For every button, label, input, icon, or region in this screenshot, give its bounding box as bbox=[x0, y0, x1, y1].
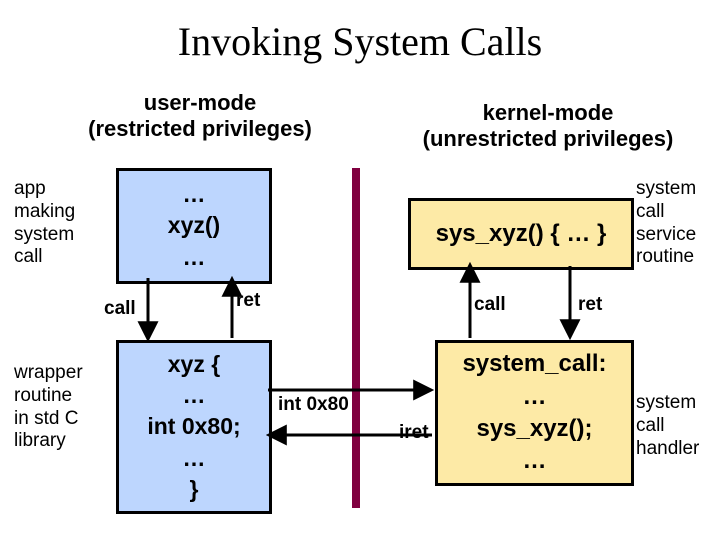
user-mode-header: user-mode (restricted privileges) bbox=[70, 90, 330, 143]
call-right-label: call bbox=[474, 294, 506, 316]
slide-title: Invoking System Calls bbox=[0, 18, 720, 65]
ret-left-label: ret bbox=[236, 290, 260, 312]
service-code-box: sys_xyz() { … } bbox=[408, 198, 634, 270]
slide-root: Invoking System Calls user-mode (restric… bbox=[0, 0, 720, 540]
kernel-mode-header: kernel-mode (unrestricted privileges) bbox=[398, 100, 698, 153]
int0x80-label: int 0x80 bbox=[278, 394, 349, 416]
mode-boundary-line bbox=[352, 168, 360, 508]
wrapper-code-text: xyz { … int 0x80; … } bbox=[147, 349, 240, 504]
app-label: app making system call bbox=[14, 178, 75, 269]
handler-code-text: system_call: … sys_xyz(); … bbox=[462, 348, 606, 478]
handler-label: system call handler bbox=[636, 392, 699, 460]
call-left-label: call bbox=[104, 298, 136, 320]
ret-right-label: ret bbox=[578, 294, 602, 316]
wrapper-code-box: xyz { … int 0x80; … } bbox=[116, 340, 272, 514]
wrapper-label: wrapper routine in std C library bbox=[14, 362, 83, 453]
service-label: system call service routine bbox=[636, 178, 696, 269]
handler-code-box: system_call: … sys_xyz(); … bbox=[435, 340, 634, 486]
service-code-text: sys_xyz() { … } bbox=[436, 218, 607, 250]
iret-label: iret bbox=[399, 422, 429, 444]
app-code-box: … xyz() … bbox=[116, 168, 272, 284]
app-code-text: … xyz() … bbox=[168, 179, 220, 272]
